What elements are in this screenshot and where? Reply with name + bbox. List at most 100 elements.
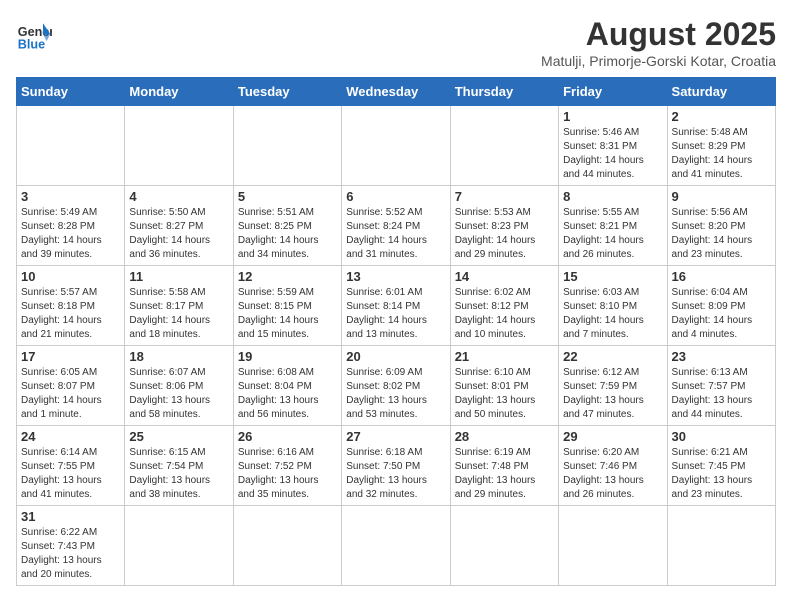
day-number: 6: [346, 189, 445, 204]
calendar-cell: 19 Sunrise: 6:08 AM Sunset: 8:04 PM Dayli…: [233, 346, 341, 426]
calendar-cell: [450, 506, 558, 586]
day-number: 2: [672, 109, 771, 124]
calendar-week-row: 24 Sunrise: 6:14 AM Sunset: 7:55 PM Dayli…: [17, 426, 776, 506]
calendar-week-row: 17Sunrise: 6:05 AM Sunset: 8:07 PM Dayli…: [17, 346, 776, 426]
day-number: 26: [238, 429, 337, 444]
day-info: Sunrise: 5:46 AM Sunset: 8:31 PM Dayligh…: [563, 126, 662, 182]
day-info: Sunrise: 5:48 AM Sunset: 8:29 PM Dayligh…: [672, 126, 771, 182]
day-info: Sunrise: 6:18 AM Sunset: 7:50 PM Dayligh…: [346, 446, 445, 502]
day-info: Sunrise: 6:19 AM Sunset: 7:48 PM Dayligh…: [455, 446, 554, 502]
calendar-cell: 26 Sunrise: 6:16 AM Sunset: 7:52 PM Dayli…: [233, 426, 341, 506]
calendar-header: Sunday Monday Tuesday Wednesday Thursday…: [17, 78, 776, 106]
calendar-cell: 9 Sunrise: 5:56 AM Sunset: 8:20 PM Daylig…: [667, 186, 775, 266]
calendar-cell: 5 Sunrise: 5:51 AM Sunset: 8:25 PM Daylig…: [233, 186, 341, 266]
calendar-cell: [17, 106, 125, 186]
header-friday: Friday: [559, 78, 667, 106]
day-number: 30: [672, 429, 771, 444]
header-tuesday: Tuesday: [233, 78, 341, 106]
day-info: Sunrise: 5:53 AM Sunset: 8:23 PM Dayligh…: [455, 206, 554, 262]
day-info: Sunrise: 5:58 AM Sunset: 8:17 PM Dayligh…: [129, 286, 228, 342]
day-info: Sunrise: 6:22 AM Sunset: 7:43 PM Dayligh…: [21, 526, 120, 582]
calendar-cell: 18 Sunrise: 6:07 AM Sunset: 8:06 PM Dayli…: [125, 346, 233, 426]
calendar-cell: [125, 106, 233, 186]
day-info: Sunrise: 6:10 AM Sunset: 8:01 PM Dayligh…: [455, 366, 554, 422]
calendar-cell: 7 Sunrise: 5:53 AM Sunset: 8:23 PM Daylig…: [450, 186, 558, 266]
calendar-cell: 31 Sunrise: 6:22 AM Sunset: 7:43 PM Dayli…: [17, 506, 125, 586]
header-sunday: Sunday: [17, 78, 125, 106]
day-info: Sunrise: 6:07 AM Sunset: 8:06 PM Dayligh…: [129, 366, 228, 422]
calendar-cell: [125, 506, 233, 586]
day-number: 11: [129, 269, 228, 284]
calendar-cell: 27 Sunrise: 6:18 AM Sunset: 7:50 PM Dayli…: [342, 426, 450, 506]
day-number: 3: [21, 189, 120, 204]
day-number: 19: [238, 349, 337, 364]
calendar-cell: 12Sunrise: 5:59 AM Sunset: 8:15 PM Dayli…: [233, 266, 341, 346]
calendar-cell: 8Sunrise: 5:55 AM Sunset: 8:21 PM Daylig…: [559, 186, 667, 266]
day-number: 31: [21, 509, 120, 524]
day-number: 5: [238, 189, 337, 204]
logo-icon: General Blue: [16, 16, 52, 52]
calendar-cell: 17Sunrise: 6:05 AM Sunset: 8:07 PM Dayli…: [17, 346, 125, 426]
header-monday: Monday: [125, 78, 233, 106]
calendar-cell: 14 Sunrise: 6:02 AM Sunset: 8:12 PM Dayli…: [450, 266, 558, 346]
day-number: 9: [672, 189, 771, 204]
calendar-cell: [342, 106, 450, 186]
day-info: Sunrise: 6:03 AM Sunset: 8:10 PM Dayligh…: [563, 286, 662, 342]
svg-text:Blue: Blue: [18, 37, 45, 51]
day-number: 16: [672, 269, 771, 284]
day-info: Sunrise: 6:20 AM Sunset: 7:46 PM Dayligh…: [563, 446, 662, 502]
header-thursday: Thursday: [450, 78, 558, 106]
day-info: Sunrise: 5:57 AM Sunset: 8:18 PM Dayligh…: [21, 286, 120, 342]
day-number: 29: [563, 429, 662, 444]
day-number: 27: [346, 429, 445, 444]
day-info: Sunrise: 5:49 AM Sunset: 8:28 PM Dayligh…: [21, 206, 120, 262]
header-row: Sunday Monday Tuesday Wednesday Thursday…: [17, 78, 776, 106]
day-info: Sunrise: 5:51 AM Sunset: 8:25 PM Dayligh…: [238, 206, 337, 262]
header-saturday: Saturday: [667, 78, 775, 106]
calendar-body: 1 Sunrise: 5:46 AM Sunset: 8:31 PM Daylig…: [17, 106, 776, 586]
day-number: 4: [129, 189, 228, 204]
calendar-week-row: 10 Sunrise: 5:57 AM Sunset: 8:18 PM Dayli…: [17, 266, 776, 346]
calendar-cell: 4 Sunrise: 5:50 AM Sunset: 8:27 PM Daylig…: [125, 186, 233, 266]
day-number: 8: [563, 189, 662, 204]
day-number: 7: [455, 189, 554, 204]
calendar-cell: [342, 506, 450, 586]
day-info: Sunrise: 6:14 AM Sunset: 7:55 PM Dayligh…: [21, 446, 120, 502]
day-info: Sunrise: 6:01 AM Sunset: 8:14 PM Dayligh…: [346, 286, 445, 342]
calendar-cell: [559, 506, 667, 586]
calendar-cell: 2 Sunrise: 5:48 AM Sunset: 8:29 PM Daylig…: [667, 106, 775, 186]
day-info: Sunrise: 6:16 AM Sunset: 7:52 PM Dayligh…: [238, 446, 337, 502]
day-number: 10: [21, 269, 120, 284]
calendar-cell: 1 Sunrise: 5:46 AM Sunset: 8:31 PM Daylig…: [559, 106, 667, 186]
day-number: 14: [455, 269, 554, 284]
day-info: Sunrise: 6:08 AM Sunset: 8:04 PM Dayligh…: [238, 366, 337, 422]
day-info: Sunrise: 6:02 AM Sunset: 8:12 PM Dayligh…: [455, 286, 554, 342]
day-info: Sunrise: 5:56 AM Sunset: 8:20 PM Dayligh…: [672, 206, 771, 262]
day-number: 22: [563, 349, 662, 364]
page-header: General Blue August 2025 Matulji, Primor…: [16, 16, 776, 69]
day-info: Sunrise: 5:50 AM Sunset: 8:27 PM Dayligh…: [129, 206, 228, 262]
calendar-week-row: 1 Sunrise: 5:46 AM Sunset: 8:31 PM Daylig…: [17, 106, 776, 186]
day-number: 13: [346, 269, 445, 284]
logo: General Blue: [16, 16, 52, 52]
day-number: 17: [21, 349, 120, 364]
calendar-table: Sunday Monday Tuesday Wednesday Thursday…: [16, 77, 776, 586]
calendar-cell: 29 Sunrise: 6:20 AM Sunset: 7:46 PM Dayli…: [559, 426, 667, 506]
header-wednesday: Wednesday: [342, 78, 450, 106]
calendar-cell: 11 Sunrise: 5:58 AM Sunset: 8:17 PM Dayli…: [125, 266, 233, 346]
calendar-week-row: 31 Sunrise: 6:22 AM Sunset: 7:43 PM Dayli…: [17, 506, 776, 586]
day-info: Sunrise: 5:59 AM Sunset: 8:15 PM Dayligh…: [238, 286, 337, 342]
day-info: Sunrise: 6:04 AM Sunset: 8:09 PM Dayligh…: [672, 286, 771, 342]
day-info: Sunrise: 6:09 AM Sunset: 8:02 PM Dayligh…: [346, 366, 445, 422]
calendar-cell: [667, 506, 775, 586]
day-number: 24: [21, 429, 120, 444]
calendar-cell: [233, 506, 341, 586]
calendar-cell: 24 Sunrise: 6:14 AM Sunset: 7:55 PM Dayli…: [17, 426, 125, 506]
day-number: 25: [129, 429, 228, 444]
day-number: 1: [563, 109, 662, 124]
calendar-cell: 23Sunrise: 6:13 AM Sunset: 7:57 PM Dayli…: [667, 346, 775, 426]
calendar-cell: 10 Sunrise: 5:57 AM Sunset: 8:18 PM Dayli…: [17, 266, 125, 346]
calendar-cell: [450, 106, 558, 186]
day-number: 23: [672, 349, 771, 364]
day-number: 18: [129, 349, 228, 364]
